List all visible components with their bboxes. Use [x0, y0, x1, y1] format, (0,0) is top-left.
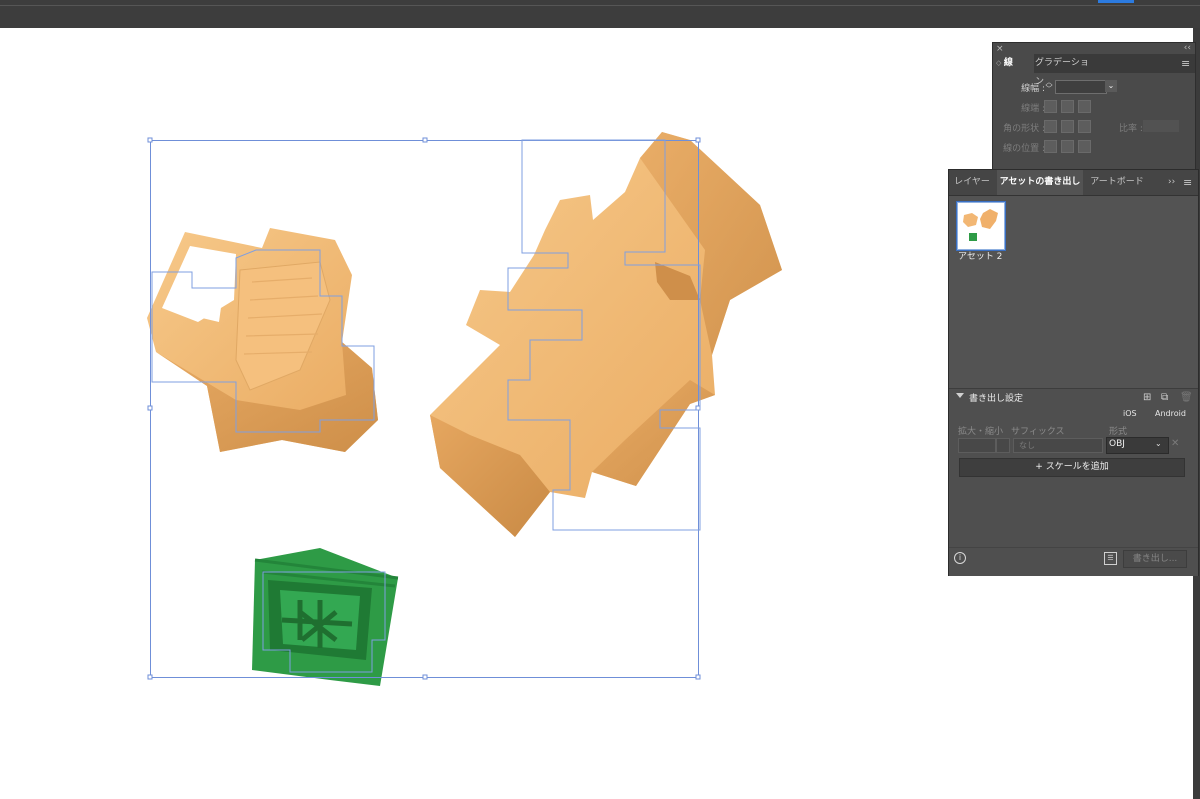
format-column-label: 形式 [1109, 427, 1128, 437]
tab-asset-export[interactable]: アセットの書き出し [997, 170, 1083, 195]
tab-artboards[interactable]: アートボード [1087, 170, 1147, 195]
asset-thumbnail[interactable] [957, 202, 1005, 250]
export-settings-title: 書き出し設定 [969, 394, 1024, 404]
android-preset-link[interactable]: Android [1155, 409, 1186, 418]
asset-export-panel: レイヤー アセットの書き出し アートボード ›› ≡ アセット 2 書き出し設定… [948, 169, 1199, 576]
asset-panel-tabs: レイヤー アセットの書き出し アートボード ›› ≡ [949, 170, 1198, 196]
panel-menu-icon[interactable]: ≡ [1181, 57, 1190, 70]
scale-input[interactable] [958, 438, 996, 453]
corner-label: 角の形状 : [1003, 124, 1045, 134]
plus-icon: + [1035, 462, 1046, 472]
miter-ratio-label: 比率 : [1119, 124, 1143, 134]
info-icon[interactable]: i [954, 552, 966, 564]
add-asset-icon[interactable]: ⊞ [1143, 392, 1151, 403]
projecting-cap-icon[interactable] [1078, 100, 1091, 113]
trash-icon[interactable]: 🗑 [1180, 392, 1193, 403]
asset-preview-image [963, 209, 998, 241]
suffix-placeholder: なし [1019, 441, 1035, 450]
panel-collapse-icon[interactable]: ‹‹ [1184, 43, 1191, 53]
stroke-panel-tabs: ◇ 線 グラデーション ≡ [993, 54, 1195, 87]
round-cap-icon[interactable] [1061, 100, 1074, 113]
tab-toggle-icon: ◇ [996, 59, 1004, 67]
export-button[interactable]: 書き出し... [1123, 550, 1187, 568]
butt-cap-icon[interactable] [1044, 100, 1057, 113]
add-scale-button[interactable]: + スケールを追加 [959, 458, 1185, 477]
stroke-weight-input[interactable] [1055, 80, 1107, 94]
round-join-icon[interactable] [1061, 120, 1074, 133]
green-kanji-block[interactable] [252, 548, 399, 686]
bevel-join-icon[interactable] [1078, 120, 1091, 133]
cap-row: 線端 : [993, 99, 1195, 117]
tab-stroke[interactable]: ◇ 線 [993, 54, 1034, 73]
format-select-value: OBJ [1109, 439, 1125, 449]
add-scale-label: スケールを追加 [1045, 462, 1109, 472]
suffix-column-label: サフィックス [1011, 427, 1065, 437]
align-row: 線の位置 : [993, 139, 1195, 157]
stroke-weight-stepper-icon[interactable]: ︿ ﹀ [1044, 79, 1054, 93]
scale-column-label: 拡大・縮小 [958, 427, 1004, 437]
panel-menu-icon[interactable]: ≡ [1183, 176, 1192, 189]
tab-gradient[interactable]: グラデーション [1035, 54, 1097, 87]
panel-close-icon[interactable]: × [996, 44, 1004, 54]
miter-ratio-input[interactable] [1143, 120, 1179, 132]
align-label: 線の位置 : [1003, 144, 1045, 154]
export-settings-list-icon[interactable]: ☰ [1104, 552, 1117, 565]
align-inside-icon[interactable] [1061, 140, 1074, 153]
large-orange-block[interactable] [430, 132, 782, 537]
stroke-weight-row: 線幅 : ︿ ﹀ ⌄ [993, 79, 1195, 97]
ios-preset-link[interactable]: iOS [1123, 409, 1137, 418]
scale-dropdown[interactable] [996, 438, 1010, 453]
miter-join-icon[interactable] [1044, 120, 1057, 133]
chevron-down-icon: ⌄ [1155, 439, 1162, 448]
align-outside-icon[interactable] [1078, 140, 1091, 153]
align-center-icon[interactable] [1044, 140, 1057, 153]
asset-name-label: アセット 2 [958, 252, 1003, 262]
remove-scale-icon[interactable]: ✕ [1171, 438, 1179, 449]
collapse-triangle-icon[interactable] [956, 393, 964, 398]
corner-row: 角の形状 : 比率 : [993, 119, 1195, 137]
footer-divider [949, 547, 1198, 548]
tab-layers[interactable]: レイヤー [949, 170, 995, 195]
duplicate-icon[interactable]: ⧉ [1161, 392, 1168, 403]
chevron-down-icon[interactable]: ⌄ [1105, 80, 1117, 92]
cap-label: 線端 : [1021, 104, 1045, 114]
tab-stroke-label: 線 [1003, 58, 1013, 68]
stroke-panel: × ‹‹ ◇ 線 グラデーション ≡ 線幅 : ︿ ﹀ ⌄ 線端 : 角の形状 :… [992, 42, 1196, 172]
more-tabs-icon[interactable]: ›› [1168, 177, 1175, 187]
stroke-weight-label: 線幅 : [1021, 84, 1045, 94]
small-orange-block[interactable] [147, 228, 378, 452]
